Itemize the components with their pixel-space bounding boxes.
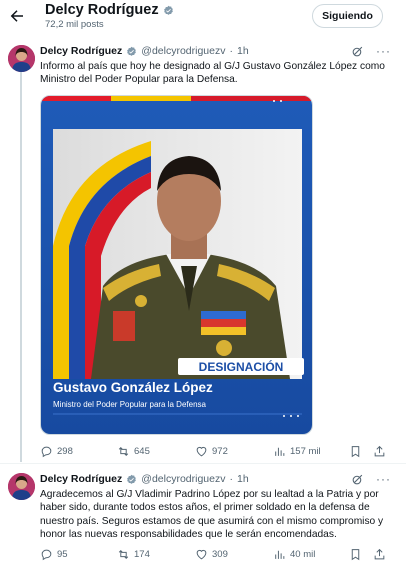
tweet-actions: 298 645 972 157 mil — [40, 445, 390, 461]
grok-icon[interactable] — [351, 45, 364, 58]
views-action[interactable]: 40 mil — [273, 548, 315, 561]
views-icon — [275, 550, 285, 559]
avatar[interactable] — [8, 45, 35, 72]
like-action[interactable]: 972 — [195, 445, 228, 458]
author-name[interactable]: Delcy Rodríguez — [40, 473, 122, 485]
like-icon — [196, 446, 207, 457]
view-count: 40 mil — [290, 549, 316, 560]
bookmark-icon[interactable] — [349, 548, 362, 561]
repost-count: 645 — [134, 446, 150, 457]
thread-connector-line — [20, 72, 22, 462]
designation-graphic: DESIGNACIÓN Gustavo González López Minis… — [41, 96, 312, 434]
share-icon[interactable] — [373, 548, 386, 561]
reply-count: 95 — [57, 549, 68, 560]
author-handle[interactable]: @delcyrodriguezv — [141, 45, 225, 57]
repost-action[interactable]: 174 — [117, 548, 150, 561]
repost-count: 174 — [134, 549, 150, 560]
reply-action[interactable]: 298 — [40, 445, 73, 458]
post-count: 72,2 mil posts — [45, 19, 104, 30]
repost-action[interactable]: 645 — [117, 445, 150, 458]
designation-badge: DESIGNACIÓN — [199, 359, 284, 374]
tweet-divider — [0, 463, 406, 464]
following-button[interactable]: Siguiendo — [312, 4, 383, 28]
repost-icon — [118, 447, 129, 456]
grok-icon[interactable] — [351, 473, 364, 486]
reply-icon — [41, 549, 52, 561]
designee-title: Ministro del Poder Popular para la Defen… — [53, 400, 207, 409]
avatar-image — [8, 45, 35, 72]
verified-badge-icon — [127, 474, 137, 484]
view-count: 157 mil — [290, 446, 321, 457]
like-action[interactable]: 309 — [195, 548, 228, 561]
separator-dot: · — [229, 45, 233, 57]
views-action[interactable]: 157 mil — [273, 445, 321, 458]
separator-dot: · — [229, 473, 233, 485]
tweet-header: Delcy Rodríguez @delcyrodriguezv · 1h — [40, 473, 249, 485]
verified-badge-icon — [163, 5, 173, 15]
back-arrow-icon[interactable] — [8, 7, 26, 25]
more-options-icon[interactable]: ··· — [376, 44, 391, 58]
like-count: 972 — [212, 446, 228, 457]
repost-icon — [118, 550, 129, 559]
reply-count: 298 — [57, 446, 73, 457]
share-icon[interactable] — [373, 445, 386, 458]
profile-name: Delcy Rodríguez — [45, 2, 174, 18]
reply-icon — [41, 446, 52, 458]
tweet-media-image[interactable]: DESIGNACIÓN Gustavo González López Minis… — [40, 95, 313, 435]
reply-action[interactable]: 95 — [40, 548, 68, 561]
like-count: 309 — [212, 549, 228, 560]
profile-name-text: Delcy Rodríguez — [45, 2, 159, 18]
profile-header: Delcy Rodríguez 72,2 mil posts Siguiendo — [0, 0, 406, 36]
designee-name: Gustavo González López — [53, 380, 213, 395]
more-options-icon[interactable]: ··· — [376, 472, 391, 486]
tweet-actions: 95 174 309 40 mil — [40, 548, 390, 564]
tweet-top-actions: ··· — [351, 472, 391, 486]
like-icon — [196, 549, 207, 560]
author-handle[interactable]: @delcyrodriguezv — [141, 473, 225, 485]
avatar[interactable] — [8, 473, 35, 500]
post-time[interactable]: 1h — [237, 473, 249, 485]
tweet-text: Informo al país que hoy he designado al … — [40, 61, 385, 86]
post-time[interactable]: 1h — [237, 45, 249, 57]
views-icon — [275, 447, 285, 456]
avatar-image — [8, 473, 35, 500]
author-name[interactable]: Delcy Rodríguez — [40, 45, 122, 57]
tweet-text: Agradecemos al G/J Vladimir Padrino Lópe… — [40, 489, 384, 541]
tweet-top-actions: ··· — [351, 44, 391, 58]
bookmark-icon[interactable] — [349, 445, 362, 458]
verified-badge-icon — [127, 46, 137, 56]
tweet-header: Delcy Rodríguez @delcyrodriguezv · 1h — [40, 45, 249, 57]
